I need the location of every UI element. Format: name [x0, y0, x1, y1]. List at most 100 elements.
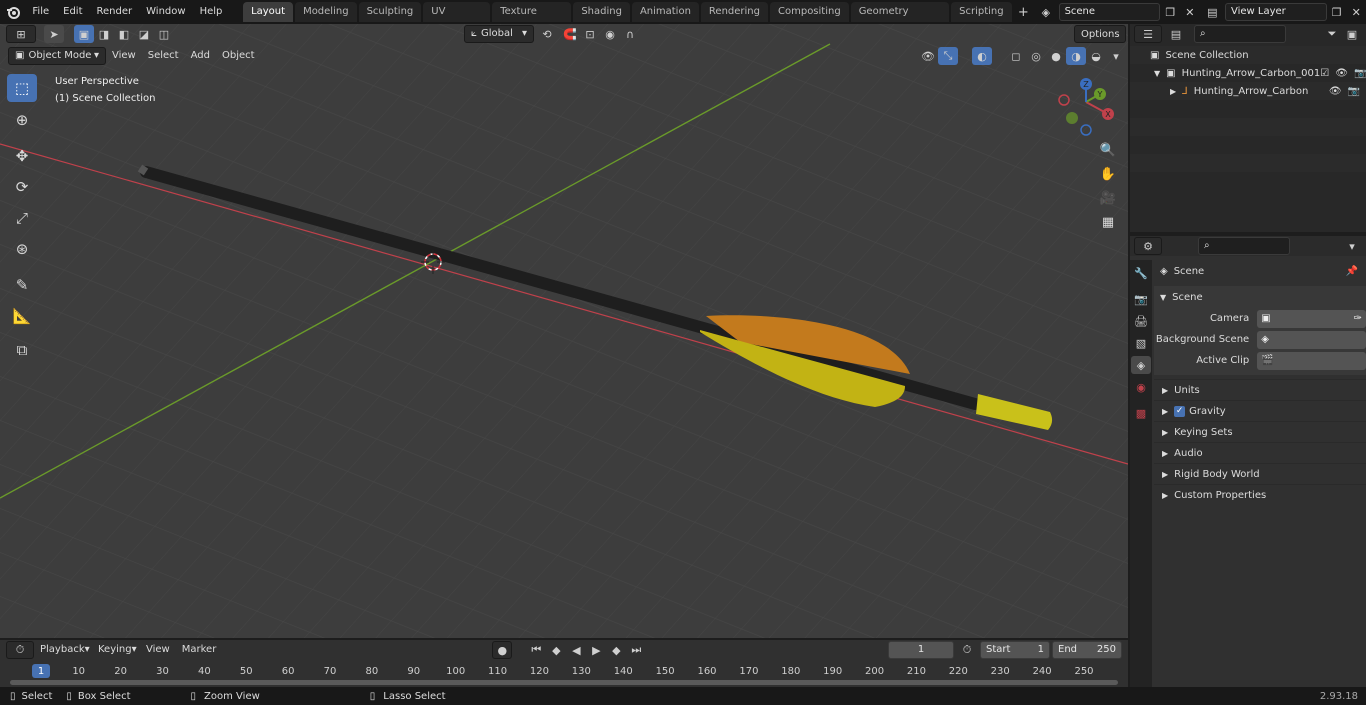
display-mode-icon[interactable]: ▤ — [1162, 25, 1190, 43]
select-box-tool-icon[interactable]: ⬚ — [7, 74, 37, 102]
render-tab-icon[interactable]: 📷 — [1131, 290, 1151, 308]
eyedropper-icon[interactable]: ✑ — [1354, 313, 1362, 324]
cursor-tool-icon[interactable]: ⊕ — [7, 106, 37, 134]
xray-toggle-icon[interactable]: ◻ — [1006, 47, 1026, 65]
texture-tab-icon[interactable]: ▩ — [1131, 404, 1151, 422]
transform-orientation-dropdown[interactable]: ⟀ Global ▾ — [464, 25, 534, 43]
expand-down-icon[interactable]: ▼ — [1154, 69, 1160, 78]
keying-sets-panel[interactable]: ▶ Keying Sets — [1154, 421, 1366, 442]
new-view-layer-icon[interactable]: ❐ — [1327, 3, 1347, 21]
ortho-toggle-icon[interactable]: ▦ — [1096, 210, 1120, 234]
outliner-scene-collection[interactable]: ▣ Scene Collection — [1130, 46, 1366, 64]
menu-add[interactable]: Add — [185, 47, 216, 65]
camera-icon[interactable]: 📷 — [1354, 68, 1366, 79]
pan-hand-icon[interactable]: ✋ — [1096, 162, 1120, 186]
annotate-tool-icon[interactable]: ✎ — [7, 271, 37, 299]
snap-toggle-icon[interactable]: 🧲 — [560, 25, 580, 43]
view-layer-tab-icon[interactable]: ▧ — [1131, 334, 1151, 352]
view-layer-icon[interactable]: ▤ — [1200, 3, 1225, 21]
filter-icon[interactable]: ⏷ — [1322, 25, 1342, 43]
menu-window[interactable]: Window — [139, 0, 192, 24]
menu-view[interactable]: View — [106, 47, 142, 65]
select-intersect-icon[interactable]: ◫ — [154, 25, 174, 43]
select-subtract-icon[interactable]: ◧ — [114, 25, 134, 43]
tab-modeling[interactable]: Modeling — [295, 2, 357, 22]
shading-options-icon[interactable]: ▾ — [1106, 47, 1126, 65]
tool-tab-icon[interactable]: 🔧 — [1131, 264, 1151, 282]
scene-selector-icon[interactable]: ◈ — [1033, 3, 1058, 21]
wireframe-shading-icon[interactable]: ◎ — [1026, 47, 1046, 65]
eye-icon[interactable]: 👁 — [1329, 86, 1342, 97]
tab-sculpting[interactable]: Sculpting — [358, 2, 422, 22]
units-panel[interactable]: ▶ Units — [1154, 379, 1366, 400]
menu-edit[interactable]: Edit — [56, 0, 89, 24]
outliner-item[interactable]: ▼ ▣ Hunting_Arrow_Carbon_001 ☑ 👁 📷 — [1130, 64, 1366, 82]
menu-file[interactable]: File — [25, 0, 56, 24]
editor-type-icon[interactable]: ⊞ — [6, 25, 36, 43]
outliner-search-input[interactable]: ⌕ — [1194, 25, 1286, 43]
camera-view-icon[interactable]: 🎥 — [1096, 186, 1120, 210]
material-shading-icon[interactable]: ◑ — [1066, 47, 1086, 65]
properties-options-icon[interactable]: ▾ — [1342, 237, 1362, 255]
3d-viewport[interactable]: ⊞ ➤ ▣ ◨ ◧ ◪ ◫ ⟀ Global ▾ ⟲ 🧲 ⊡ ◉ ∩ Optio… — [0, 24, 1128, 638]
visibility-icon[interactable]: 👁 — [918, 47, 938, 65]
select-extend-icon[interactable]: ◨ — [94, 25, 114, 43]
transform-tool-icon[interactable]: ⊛ — [7, 235, 37, 263]
background-scene-field[interactable]: ◈ — [1257, 330, 1366, 349]
active-clip-field[interactable]: 🎬 — [1257, 351, 1366, 370]
add-workspace-button[interactable]: + — [1014, 3, 1034, 21]
tab-rendering[interactable]: Rendering — [700, 2, 768, 22]
outliner-editor-type-icon[interactable]: ☰ — [1134, 25, 1162, 43]
custom-properties-panel[interactable]: ▶ Custom Properties — [1154, 484, 1366, 505]
blender-logo-icon[interactable] — [0, 3, 25, 21]
snap-target-icon[interactable]: ⊡ — [580, 25, 600, 43]
solid-shading-icon[interactable]: ● — [1046, 47, 1066, 65]
tab-scripting[interactable]: Scripting — [951, 2, 1012, 22]
tab-compositing[interactable]: Compositing — [770, 2, 849, 22]
timeline-scrollbar[interactable] — [10, 680, 1118, 685]
gravity-checkbox-icon[interactable]: ✓ — [1174, 405, 1186, 417]
world-tab-icon[interactable]: ◉ — [1131, 378, 1151, 396]
rigid-body-world-panel[interactable]: ▶ Rigid Body World — [1154, 463, 1366, 484]
options-button[interactable]: Options — [1074, 25, 1126, 43]
tab-uv-editing[interactable]: UV Editing — [423, 2, 491, 37]
camera-icon[interactable]: 📷 — [1348, 86, 1360, 97]
move-tool-icon[interactable]: ✥ — [7, 142, 37, 170]
scale-tool-icon[interactable]: ⤢ — [7, 204, 37, 232]
gizmo-toggle-icon[interactable]: ⤡ — [938, 47, 958, 65]
eye-icon[interactable]: 👁 — [1335, 68, 1348, 79]
properties-search-input[interactable]: ⌕ — [1198, 237, 1290, 255]
tab-shading[interactable]: Shading — [573, 2, 630, 22]
camera-field[interactable]: ▣ ✑ — [1257, 309, 1366, 328]
audio-panel[interactable]: ▶ Audio — [1154, 442, 1366, 463]
new-collection-icon[interactable]: ▣ — [1342, 25, 1362, 43]
proportional-edit-icon[interactable]: ◉ — [600, 25, 620, 43]
pivot-point-icon[interactable]: ⟲ — [534, 25, 560, 43]
select-tool-mode-icon[interactable]: ➤ — [44, 25, 64, 43]
scene-tab-icon[interactable]: ◈ — [1131, 356, 1151, 374]
gravity-panel[interactable]: ▶ ✓ Gravity — [1154, 400, 1366, 421]
measure-tool-icon[interactable]: 📐 — [7, 302, 37, 330]
output-tab-icon[interactable]: 🖨 — [1131, 312, 1151, 330]
object-mode-dropdown[interactable]: ▣ Object Mode ▾ — [8, 47, 106, 65]
add-cube-tool-icon[interactable]: ⧉ — [7, 336, 37, 364]
select-new-icon[interactable]: ▣ — [74, 25, 94, 43]
navigation-gizmo[interactable]: X Y Z — [1052, 76, 1124, 140]
expand-right-icon[interactable]: ▶ — [1170, 87, 1176, 96]
menu-object[interactable]: Object — [216, 47, 261, 65]
rotate-tool-icon[interactable]: ⟳ — [7, 173, 37, 201]
delete-scene-icon[interactable]: ✕ — [1180, 3, 1200, 21]
rendered-shading-icon[interactable]: ◒ — [1086, 47, 1106, 65]
select-invert-icon[interactable]: ◪ — [134, 25, 154, 43]
scene-name-field[interactable]: Scene — [1058, 3, 1161, 21]
menu-help[interactable]: Help — [193, 0, 230, 24]
menu-render[interactable]: Render — [90, 0, 140, 24]
checkbox-icon[interactable]: ☑ — [1320, 68, 1329, 79]
overlay-toggle-icon[interactable]: ◐ — [972, 47, 992, 65]
zoom-icon[interactable]: 🔍 — [1096, 138, 1120, 162]
new-scene-icon[interactable]: ❐ — [1160, 3, 1180, 21]
outliner-item[interactable]: ▶ ⅃ Hunting_Arrow_Carbon 👁 📷 — [1130, 82, 1366, 100]
tab-animation[interactable]: Animation — [631, 2, 699, 22]
falloff-icon[interactable]: ∩ — [620, 25, 640, 43]
properties-editor-type-icon[interactable]: ⚙ — [1134, 237, 1162, 255]
